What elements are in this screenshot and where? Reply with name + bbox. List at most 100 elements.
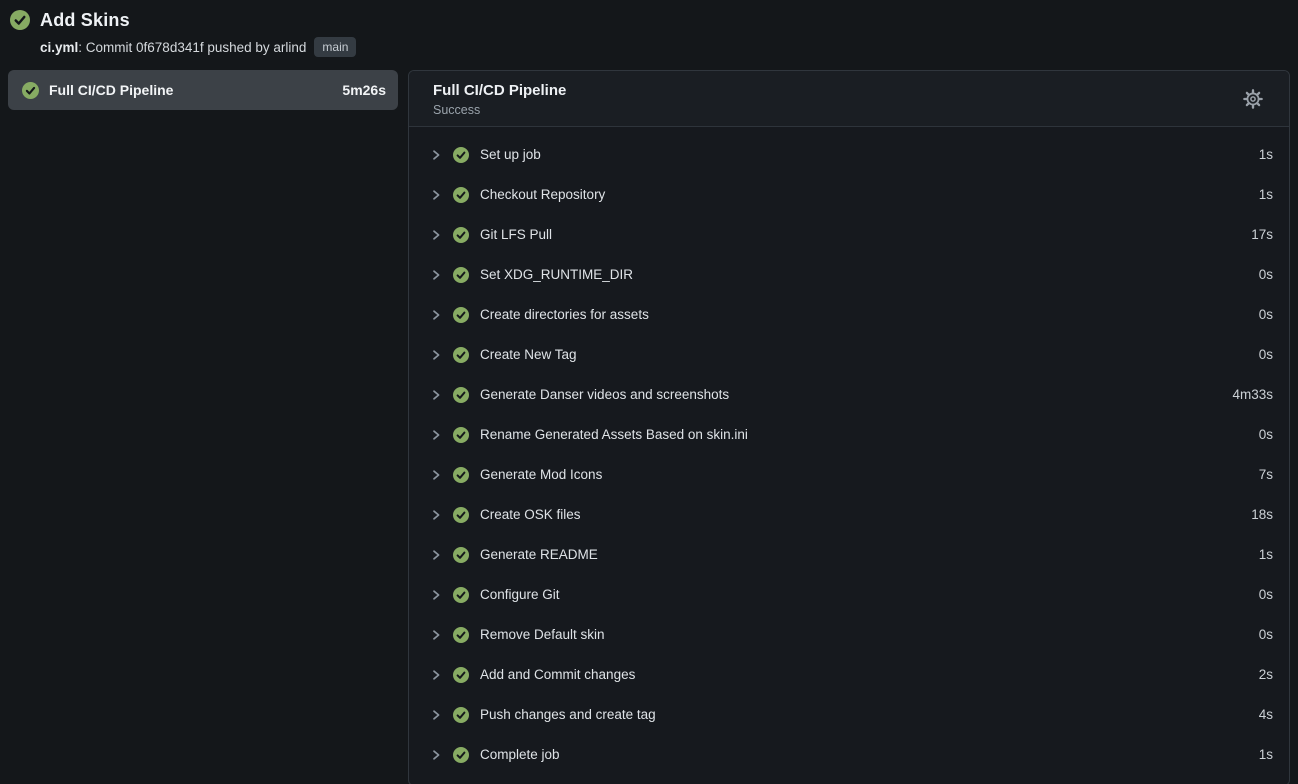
step-name: Generate Mod Icons	[480, 467, 1248, 482]
step-duration: 4s	[1259, 707, 1273, 722]
chevron-right-icon[interactable]	[430, 309, 442, 321]
step-row-complete-job[interactable]: Complete job 1s	[409, 735, 1289, 775]
workflow-file-name: ci.yml	[40, 40, 78, 55]
step-row-rename-generated-assets[interactable]: Rename Generated Assets Based on skin.in…	[409, 415, 1289, 455]
step-name: Generate README	[480, 547, 1248, 562]
job-name: Full CI/CD Pipeline	[49, 82, 332, 98]
step-name: Remove Default skin	[480, 627, 1248, 642]
chevron-right-icon[interactable]	[430, 709, 442, 721]
job-detail-panel: Full CI/CD Pipeline Success Set up job 1…	[408, 70, 1290, 784]
run-header: Add Skins ci.yml: Commit 0f678d341f push…	[8, 6, 1290, 57]
step-list: Set up job 1s Checkout Repository 1s Git…	[409, 127, 1289, 784]
step-duration: 0s	[1259, 347, 1273, 362]
step-name: Set XDG_RUNTIME_DIR	[480, 267, 1248, 282]
step-success-icon	[453, 547, 469, 563]
run-subtitle: ci.yml: Commit 0f678d341f pushed by arli…	[40, 37, 1290, 57]
chevron-right-icon[interactable]	[430, 589, 442, 601]
step-duration: 0s	[1259, 427, 1273, 442]
step-duration: 7s	[1259, 467, 1273, 482]
step-row-remove-default-skin[interactable]: Remove Default skin 0s	[409, 615, 1289, 655]
step-row-configure-git[interactable]: Configure Git 0s	[409, 575, 1289, 615]
step-success-icon	[453, 627, 469, 643]
step-row-checkout-repository[interactable]: Checkout Repository 1s	[409, 175, 1289, 215]
job-duration: 5m26s	[342, 82, 386, 98]
step-row-set-xdg-runtime-dir[interactable]: Set XDG_RUNTIME_DIR 0s	[409, 255, 1289, 295]
step-success-icon	[453, 387, 469, 403]
step-duration: 0s	[1259, 267, 1273, 282]
job-item-full-ci-cd-pipeline[interactable]: Full CI/CD Pipeline 5m26s	[8, 70, 398, 110]
run-success-icon	[10, 10, 30, 30]
step-success-icon	[453, 347, 469, 363]
job-status-text: Success	[433, 103, 566, 117]
chevron-right-icon[interactable]	[430, 549, 442, 561]
branch-badge[interactable]: main	[314, 37, 356, 57]
chevron-right-icon[interactable]	[430, 629, 442, 641]
chevron-right-icon[interactable]	[430, 269, 442, 281]
step-row-set-up-job[interactable]: Set up job 1s	[409, 135, 1289, 175]
job-panel-header: Full CI/CD Pipeline Success	[409, 71, 1289, 127]
step-duration: 4m33s	[1232, 387, 1273, 402]
step-name: Create directories for assets	[480, 307, 1248, 322]
chevron-right-icon[interactable]	[430, 189, 442, 201]
gear-icon[interactable]	[1239, 85, 1267, 113]
step-row-generate-readme[interactable]: Generate README 1s	[409, 535, 1289, 575]
step-name: Checkout Repository	[480, 187, 1248, 202]
job-panel-title: Full CI/CD Pipeline	[433, 81, 566, 101]
step-duration: 18s	[1251, 507, 1273, 522]
step-name: Create OSK files	[480, 507, 1240, 522]
step-success-icon	[453, 467, 469, 483]
chevron-right-icon[interactable]	[430, 229, 442, 241]
step-name: Add and Commit changes	[480, 667, 1248, 682]
chevron-right-icon[interactable]	[430, 669, 442, 681]
step-name: Configure Git	[480, 587, 1248, 602]
step-success-icon	[453, 667, 469, 683]
step-success-icon	[453, 707, 469, 723]
commit-summary: ci.yml: Commit 0f678d341f pushed by arli…	[40, 40, 306, 55]
step-success-icon	[453, 267, 469, 283]
step-success-icon	[453, 307, 469, 323]
step-duration: 1s	[1259, 147, 1273, 162]
job-panel-header-text: Full CI/CD Pipeline Success	[433, 81, 566, 117]
step-row-generate-danser-videos[interactable]: Generate Danser videos and screenshots 4…	[409, 375, 1289, 415]
step-duration: 1s	[1259, 747, 1273, 762]
step-row-create-directories-for-assets[interactable]: Create directories for assets 0s	[409, 295, 1289, 335]
step-row-generate-mod-icons[interactable]: Generate Mod Icons 7s	[409, 455, 1289, 495]
run-title: Add Skins	[40, 10, 130, 31]
step-row-create-new-tag[interactable]: Create New Tag 0s	[409, 335, 1289, 375]
step-name: Push changes and create tag	[480, 707, 1248, 722]
jobs-sidebar: Full CI/CD Pipeline 5m26s	[8, 70, 398, 110]
step-duration: 0s	[1259, 627, 1273, 642]
chevron-right-icon[interactable]	[430, 469, 442, 481]
step-name: Complete job	[480, 747, 1248, 762]
commit-text: : Commit 0f678d341f pushed by arlind	[78, 40, 306, 55]
step-row-add-and-commit-changes[interactable]: Add and Commit changes 2s	[409, 655, 1289, 695]
step-row-git-lfs-pull[interactable]: Git LFS Pull 17s	[409, 215, 1289, 255]
step-duration: 1s	[1259, 187, 1273, 202]
step-duration: 0s	[1259, 307, 1273, 322]
step-success-icon	[453, 187, 469, 203]
actions-run-page: Add Skins ci.yml: Commit 0f678d341f push…	[0, 0, 1298, 784]
chevron-right-icon[interactable]	[430, 149, 442, 161]
step-duration: 2s	[1259, 667, 1273, 682]
step-success-icon	[453, 587, 469, 603]
step-success-icon	[453, 227, 469, 243]
chevron-right-icon[interactable]	[430, 509, 442, 521]
step-duration: 17s	[1251, 227, 1273, 242]
step-success-icon	[453, 427, 469, 443]
step-name: Create New Tag	[480, 347, 1248, 362]
step-duration: 0s	[1259, 587, 1273, 602]
step-name: Rename Generated Assets Based on skin.in…	[480, 427, 1248, 442]
chevron-right-icon[interactable]	[430, 749, 442, 761]
job-success-icon	[22, 82, 39, 99]
step-row-create-osk-files[interactable]: Create OSK files 18s	[409, 495, 1289, 535]
chevron-right-icon[interactable]	[430, 429, 442, 441]
step-name: Set up job	[480, 147, 1248, 162]
chevron-right-icon[interactable]	[430, 389, 442, 401]
step-row-push-changes-and-create-tag[interactable]: Push changes and create tag 4s	[409, 695, 1289, 735]
step-name: Git LFS Pull	[480, 227, 1240, 242]
step-name: Generate Danser videos and screenshots	[480, 387, 1221, 402]
step-success-icon	[453, 747, 469, 763]
step-success-icon	[453, 147, 469, 163]
chevron-right-icon[interactable]	[430, 349, 442, 361]
step-duration: 1s	[1259, 547, 1273, 562]
